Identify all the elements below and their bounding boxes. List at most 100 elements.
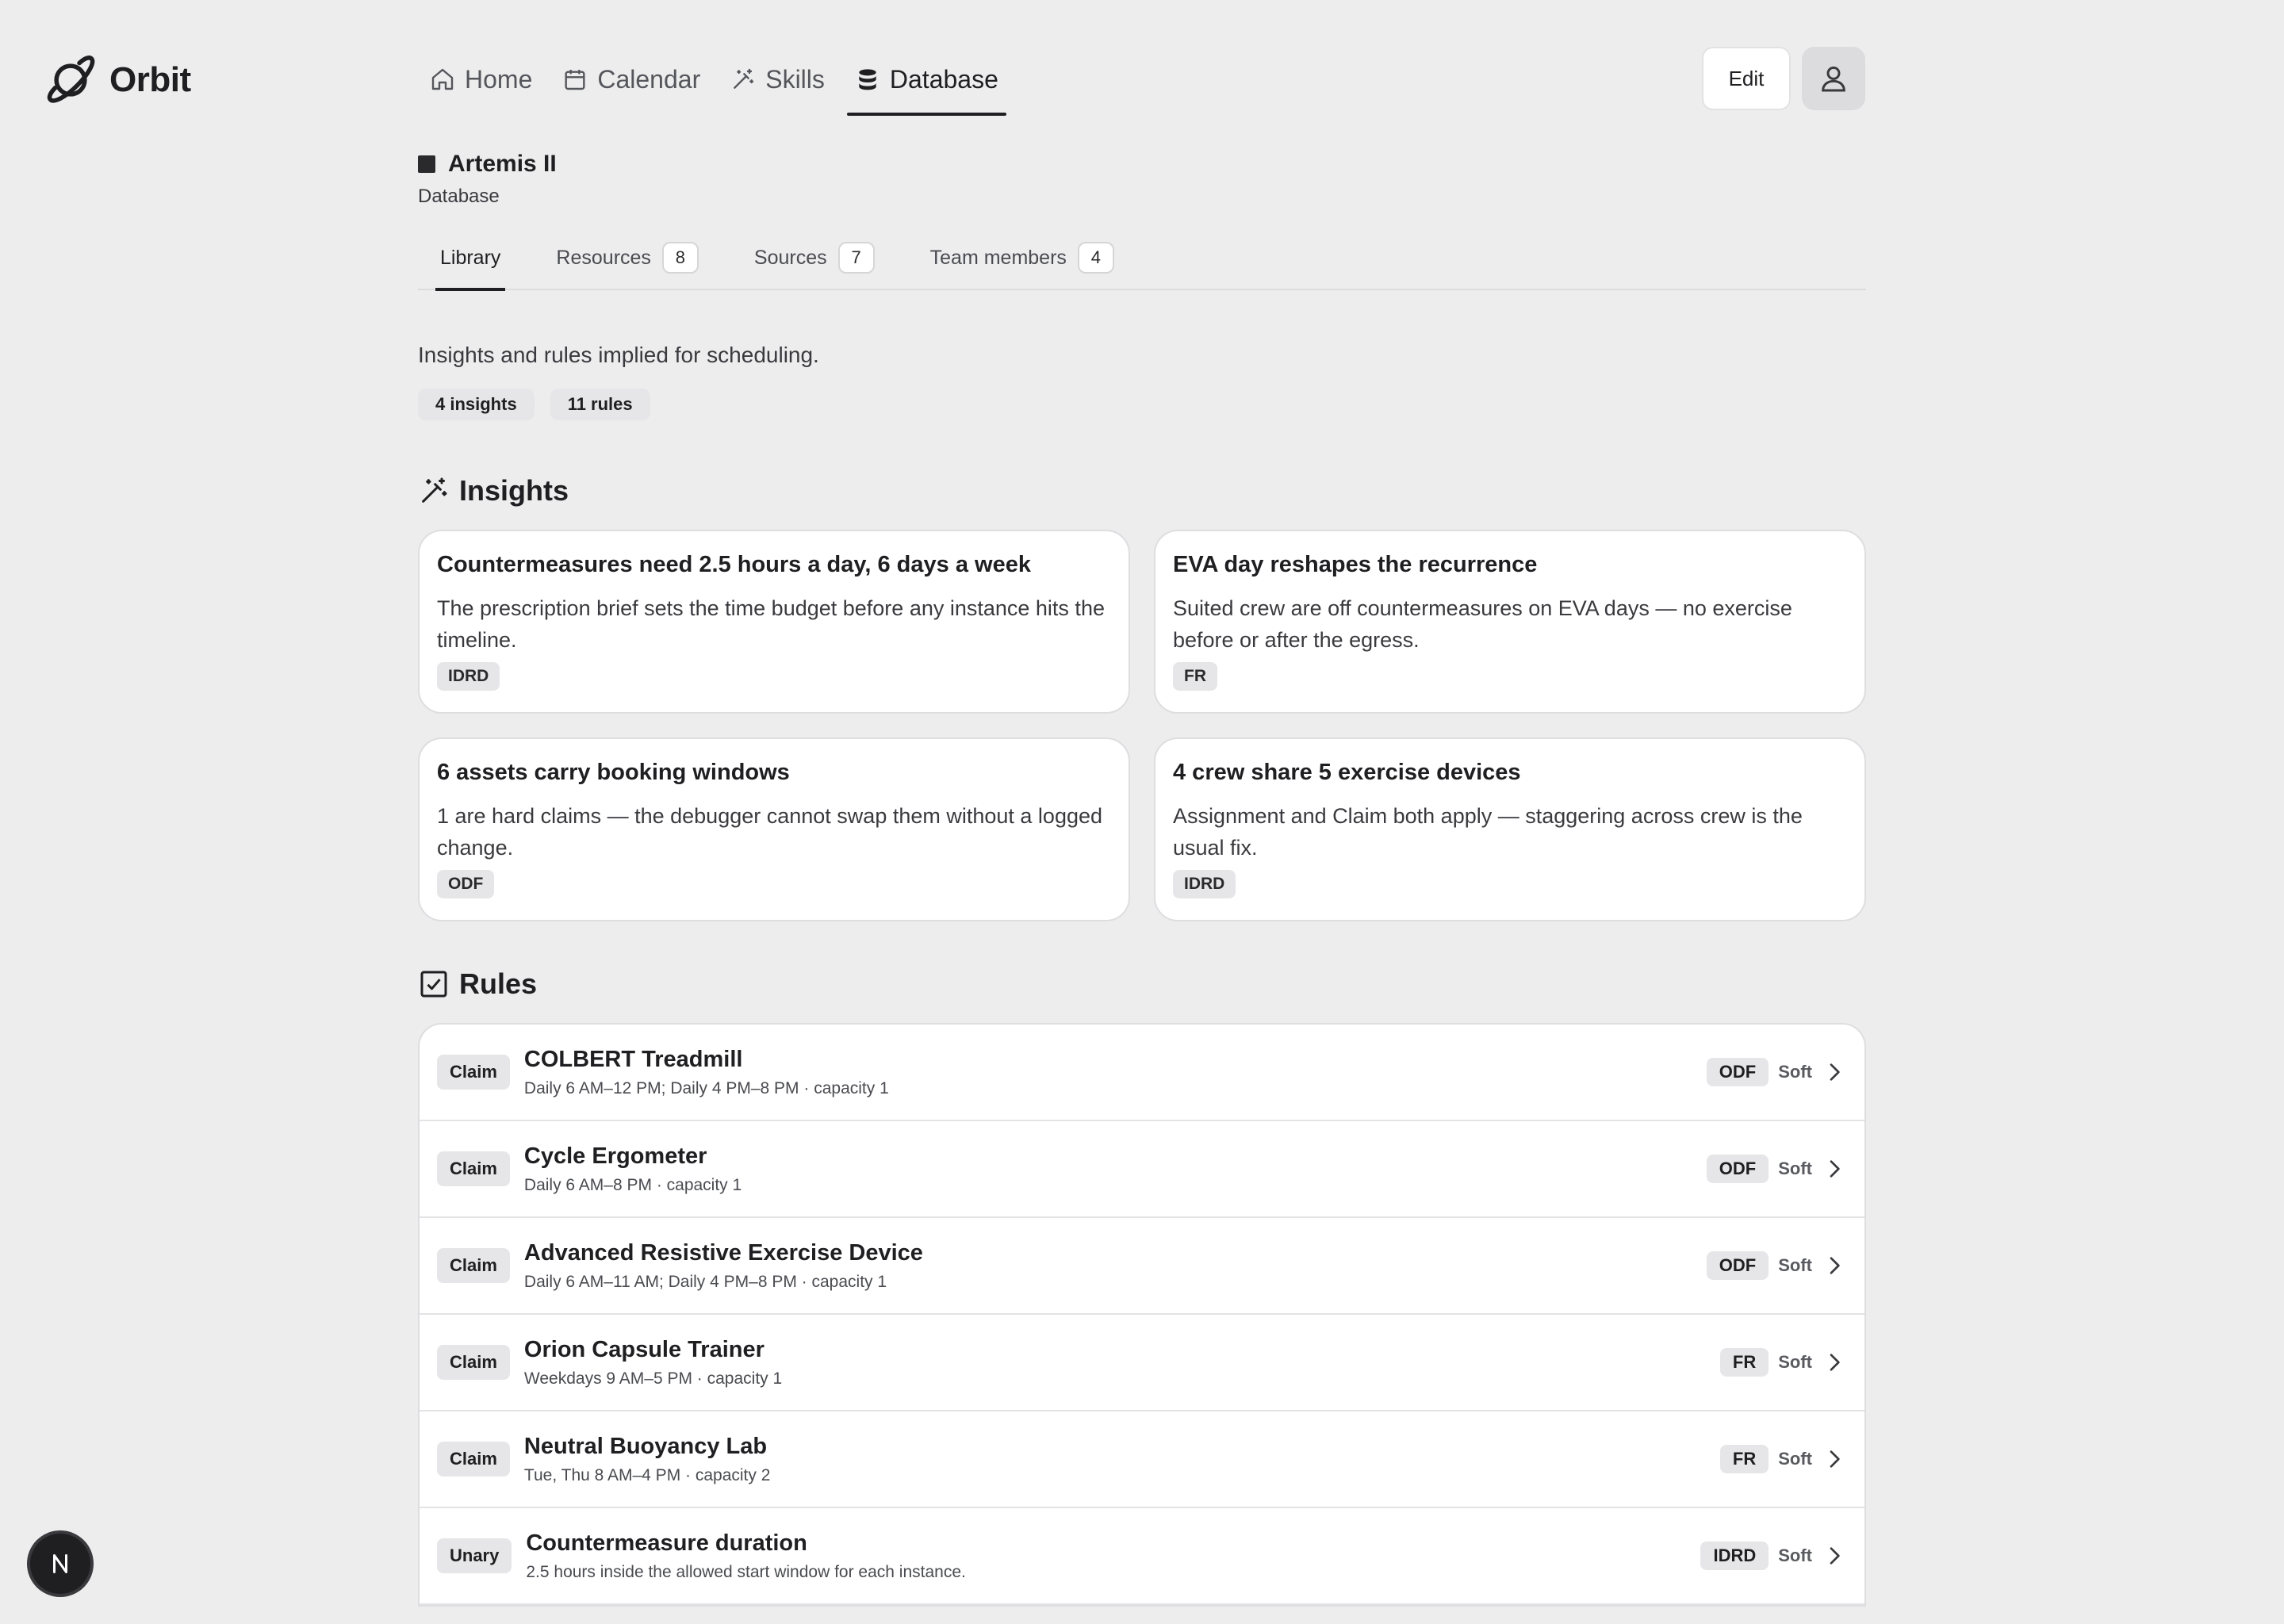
rule-row[interactable]: Claim COLBERT Treadmill Daily 6 AM–12 PM… — [420, 1025, 1864, 1121]
rule-title: Orion Capsule Trainer — [523, 1336, 765, 1362]
edit-button[interactable]: Edit — [1702, 47, 1791, 110]
rule-detail: 2.5 hours inside the allowed start windo… — [526, 1562, 966, 1581]
rule-source-tag: FR — [1719, 1348, 1769, 1377]
tab-library[interactable]: Library — [435, 226, 506, 291]
library-intro: Insights and rules implied for schedulin… — [418, 343, 819, 367]
rule-text: COLBERT Treadmill Daily 6 AM–12 PM; Dail… — [524, 1047, 1707, 1098]
rule-source-tag: IDRD — [1700, 1542, 1769, 1570]
insight-card[interactable]: EVA day reshapes the recurrence Suited c… — [1154, 530, 1866, 714]
tab-sources-count: 7 — [837, 242, 875, 274]
rules-heading-label: Rules — [459, 967, 538, 1000]
tab-team-members-label: Team members — [929, 246, 1067, 269]
project-name: Artemis II — [448, 151, 557, 177]
rule-source-tag: ODF — [1706, 1058, 1769, 1086]
tab-resources-label: Resources — [556, 246, 651, 269]
rule-row[interactable]: Unary Countermeasure duration 2.5 hours … — [420, 1508, 1864, 1605]
insights-count-badge: 4 insights — [418, 389, 535, 420]
rule-strength: Soft — [1778, 1545, 1812, 1565]
user-menu-button[interactable] — [1802, 47, 1865, 110]
rule-detail: Weekdays 9 AM–5 PM · capacity 1 — [523, 1369, 783, 1388]
database-icon — [859, 69, 876, 90]
insight-source-tag: IDRD — [1173, 870, 1236, 898]
app-logo[interactable]: Orbit — [44, 54, 191, 106]
tab-sources-label: Sources — [753, 246, 827, 269]
rule-row[interactable]: Claim Cycle Ergometer Daily 6 AM–8 PM · … — [420, 1121, 1864, 1218]
chevron-right-icon[interactable] — [1822, 1350, 1847, 1375]
rule-row[interactable]: Claim Advanced Resistive Exercise Device… — [420, 1218, 1864, 1315]
insight-source-tag: IDRD — [437, 662, 500, 691]
insight-title: 4 crew share 5 exercise devices — [1173, 760, 1521, 785]
rule-text: Orion Capsule Trainer Weekdays 9 AM–5 PM… — [524, 1337, 1720, 1388]
chevron-right-icon[interactable] — [1822, 1543, 1847, 1568]
nav-home-label: Home — [465, 64, 533, 94]
rule-meta: FR Soft — [1719, 1445, 1847, 1473]
insight-body: Suited crew are off countermeasures on E… — [1173, 596, 1792, 652]
rule-text: Countermeasure duration 2.5 hours inside… — [526, 1530, 1700, 1582]
planet-icon — [47, 56, 95, 103]
wand-icon — [422, 477, 447, 503]
project-color-swatch — [418, 155, 435, 173]
insight-source-tag: FR — [1173, 662, 1217, 691]
n-logo-icon — [53, 1554, 67, 1573]
rule-meta: ODF Soft — [1706, 1155, 1847, 1183]
nav-database[interactable]: Database — [846, 54, 1006, 116]
user-icon — [1822, 66, 1845, 92]
chevron-right-icon[interactable] — [1822, 1059, 1847, 1085]
rule-title: Advanced Resistive Exercise Device — [523, 1239, 923, 1266]
chevron-right-icon[interactable] — [1822, 1253, 1847, 1278]
insight-body: 1 are hard claims — the debugger cannot … — [437, 804, 1103, 860]
rule-kind-badge: Unary — [437, 1538, 512, 1573]
home-icon — [431, 68, 454, 90]
rule-strength: Soft — [1778, 1062, 1812, 1082]
rule-kind-badge: Claim — [437, 1442, 510, 1477]
nav-calendar[interactable]: Calendar — [554, 54, 708, 105]
tab-team-members-count: 4 — [1077, 242, 1114, 274]
rule-title: COLBERT Treadmill — [523, 1046, 743, 1072]
library-stats: 4 insights 11 rules — [418, 389, 1866, 420]
rules-heading: Rules — [418, 967, 1866, 1001]
rule-kind-badge: Claim — [437, 1248, 510, 1283]
rule-text: Advanced Resistive Exercise Device Daily… — [524, 1240, 1707, 1292]
rule-meta: FR Soft — [1719, 1348, 1847, 1377]
chevron-right-icon[interactable] — [1822, 1156, 1847, 1182]
rule-meta: ODF Soft — [1706, 1058, 1847, 1086]
insight-card[interactable]: Countermeasures need 2.5 hours a day, 6 … — [418, 530, 1130, 714]
rule-title: Countermeasure duration — [526, 1530, 807, 1556]
rule-title: Neutral Buoyancy Lab — [523, 1433, 768, 1459]
rule-detail: Tue, Thu 8 AM–4 PM · capacity 2 — [523, 1465, 771, 1484]
checkbox-icon — [420, 971, 447, 998]
rule-row[interactable]: Claim Neutral Buoyancy Lab Tue, Thu 8 AM… — [420, 1411, 1864, 1508]
insight-card[interactable]: 4 crew share 5 exercise devices Assignme… — [1154, 737, 1866, 921]
rule-strength: Soft — [1778, 1449, 1812, 1469]
tab-team-members[interactable]: Team members 4 — [925, 226, 1119, 289]
nav-home[interactable]: Home — [422, 54, 540, 105]
rules-list: Claim COLBERT Treadmill Daily 6 AM–12 PM… — [418, 1023, 1866, 1607]
insights-heading-label: Insights — [459, 474, 569, 507]
insight-card[interactable]: 6 assets carry booking windows 1 are har… — [418, 737, 1130, 921]
main-nav: Home Calendar Skills Database — [422, 54, 1021, 119]
insight-source-tag: ODF — [437, 870, 495, 898]
chevron-right-icon[interactable] — [1822, 1446, 1847, 1472]
rule-meta: ODF Soft — [1706, 1251, 1847, 1280]
rule-kind-badge: Claim — [437, 1151, 510, 1186]
insight-title: Countermeasures need 2.5 hours a day, 6 … — [437, 552, 1031, 577]
rules-count-badge: 11 rules — [550, 389, 650, 420]
rule-kind-badge: Claim — [437, 1055, 510, 1090]
rule-title: Cycle Ergometer — [523, 1143, 707, 1169]
rule-row[interactable]: Claim Orion Capsule Trainer Weekdays 9 A… — [420, 1315, 1864, 1411]
dev-tools-button[interactable] — [30, 1534, 90, 1594]
main-content: Artemis II Database Library Resources 8 … — [418, 151, 1866, 1607]
insights-grid: Countermeasures need 2.5 hours a day, 6 … — [418, 530, 1866, 921]
rule-strength: Soft — [1778, 1352, 1812, 1372]
nav-skills-label: Skills — [765, 64, 825, 94]
rule-detail: Daily 6 AM–12 PM; Daily 4 PM–8 PM · capa… — [523, 1078, 889, 1097]
tab-resources[interactable]: Resources 8 — [551, 226, 703, 289]
rule-meta: IDRD Soft — [1700, 1542, 1847, 1570]
insight-title: 6 assets carry booking windows — [437, 760, 790, 785]
rule-source-tag: ODF — [1706, 1155, 1769, 1183]
project-title: Artemis II — [418, 151, 1866, 178]
nav-skills[interactable]: Skills — [722, 54, 833, 105]
calendar-icon — [565, 70, 585, 90]
rule-detail: Daily 6 AM–11 AM; Daily 4 PM–8 PM · capa… — [523, 1272, 887, 1291]
tab-sources[interactable]: Sources 7 — [749, 226, 879, 289]
